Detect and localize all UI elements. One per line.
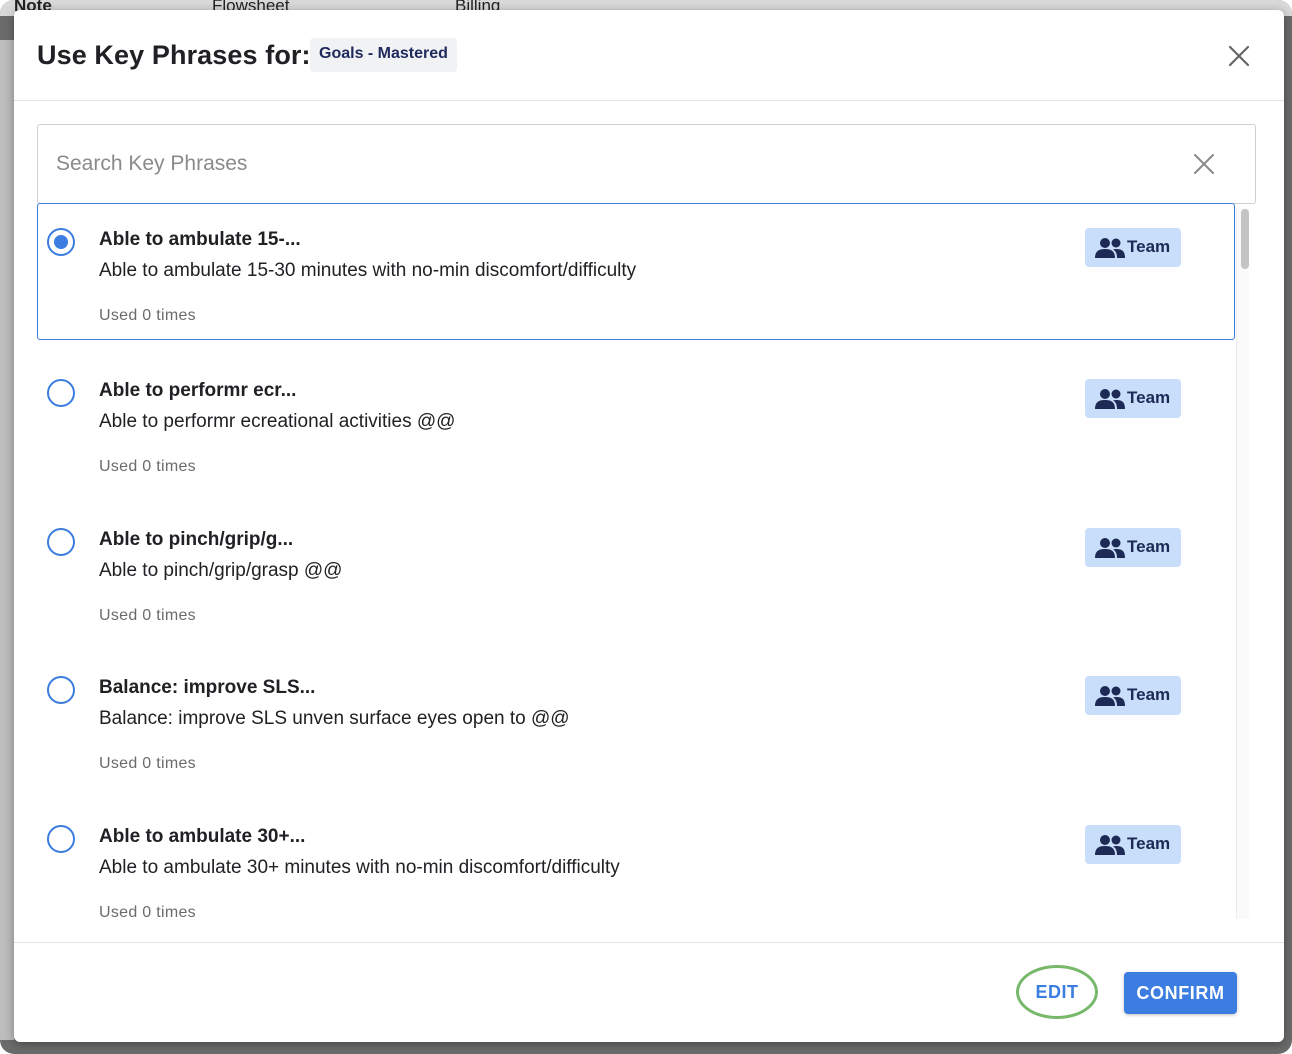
scrollbar-track[interactable] bbox=[1236, 208, 1249, 919]
confirm-button[interactable]: CONFIRM bbox=[1124, 972, 1237, 1014]
team-label: Team bbox=[1127, 537, 1171, 556]
modal-header: Use Key Phrases for: Goals - Mastered bbox=[14, 10, 1284, 101]
modal-title: Use Key Phrases for: bbox=[37, 40, 311, 70]
team-label: Team bbox=[1127, 685, 1171, 704]
team-label: Team bbox=[1127, 237, 1171, 256]
key-phrase-text: Able to performr ecreational activities … bbox=[99, 411, 456, 432]
key-phrases-modal: Use Key Phrases for: Goals - Mastered Ab… bbox=[14, 10, 1284, 1042]
close-icon[interactable] bbox=[1226, 43, 1252, 69]
group-icon bbox=[1095, 835, 1125, 855]
usage-count: Used 0 times bbox=[99, 904, 196, 919]
search-clear-icon[interactable] bbox=[1192, 152, 1216, 176]
usage-count: Used 0 times bbox=[99, 307, 196, 324]
key-phrase-item[interactable]: Able to ambulate 30+... Able to ambulate… bbox=[37, 799, 1235, 919]
key-phrase-title: Balance: improve SLS... bbox=[99, 677, 316, 698]
key-phrase-title: Able to pinch/grip/g... bbox=[99, 529, 294, 550]
team-badge: Team bbox=[1085, 676, 1181, 715]
key-phrase-title: Able to ambulate 30+... bbox=[99, 826, 306, 847]
key-phrase-text: Able to ambulate 15-30 minutes with no-m… bbox=[99, 260, 637, 281]
scrollbar-thumb[interactable] bbox=[1241, 209, 1249, 269]
group-icon bbox=[1095, 389, 1125, 409]
radio-button[interactable] bbox=[47, 528, 75, 556]
key-phrase-list: Able to ambulate 15-... Able to ambulate… bbox=[37, 203, 1259, 919]
group-icon bbox=[1095, 686, 1125, 706]
key-phrase-text: Able to ambulate 30+ minutes with no-min… bbox=[99, 857, 620, 878]
team-badge: Team bbox=[1085, 825, 1181, 864]
group-icon bbox=[1095, 238, 1125, 258]
usage-count: Used 0 times bbox=[99, 755, 196, 772]
key-phrase-text: Able to pinch/grip/grasp @@ bbox=[99, 560, 343, 581]
key-phrase-text: Balance: improve SLS unven surface eyes … bbox=[99, 708, 570, 729]
edit-button[interactable]: EDIT bbox=[1016, 965, 1098, 1019]
modal-footer: EDIT CONFIRM bbox=[14, 942, 1284, 1042]
usage-count: Used 0 times bbox=[99, 607, 196, 624]
team-badge: Team bbox=[1085, 528, 1181, 567]
team-badge: Team bbox=[1085, 379, 1181, 418]
key-phrase-title: Able to performr ecr... bbox=[99, 380, 297, 401]
team-badge: Team bbox=[1085, 228, 1181, 267]
key-phrase-title: Able to ambulate 15-... bbox=[99, 229, 301, 250]
radio-button[interactable] bbox=[47, 825, 75, 853]
category-chip: Goals - Mastered bbox=[310, 38, 457, 72]
key-phrase-item[interactable]: Able to performr ecr... Able to performr… bbox=[37, 353, 1235, 490]
usage-count: Used 0 times bbox=[99, 458, 196, 475]
key-phrase-item[interactable]: Balance: improve SLS... Balance: improve… bbox=[37, 650, 1235, 787]
group-icon bbox=[1095, 538, 1125, 558]
radio-button[interactable] bbox=[47, 676, 75, 704]
radio-button[interactable] bbox=[47, 379, 75, 407]
team-label: Team bbox=[1127, 388, 1171, 407]
team-label: Team bbox=[1127, 834, 1171, 853]
search-box bbox=[37, 124, 1256, 204]
radio-button-selected[interactable] bbox=[47, 228, 75, 256]
background-strip bbox=[0, 40, 14, 1040]
search-input[interactable] bbox=[56, 145, 1156, 183]
key-phrase-item[interactable]: Able to pinch/grip/g... Able to pinch/gr… bbox=[37, 502, 1235, 639]
key-phrase-item[interactable]: Able to ambulate 15-... Able to ambulate… bbox=[37, 203, 1235, 340]
